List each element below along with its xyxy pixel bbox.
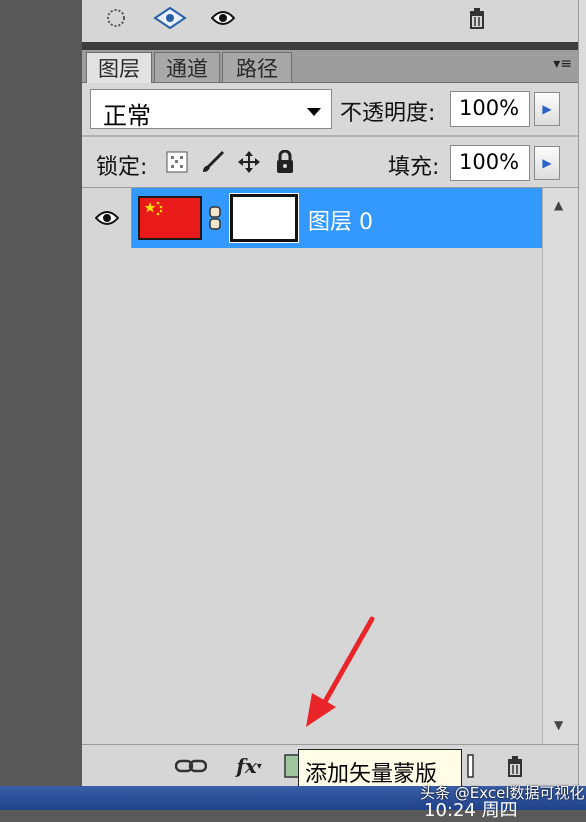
scroll-down-icon[interactable]: ▼ xyxy=(554,718,563,732)
fx-icon[interactable]: fx ▾ xyxy=(232,753,266,779)
mask-icon[interactable] xyxy=(152,6,188,30)
lock-label: 锁定: xyxy=(96,155,148,180)
layer-name[interactable]: 图层 0 xyxy=(308,204,373,236)
blend-mode-value: 正常 xyxy=(103,102,151,130)
chain-link-icon[interactable] xyxy=(208,206,222,230)
tab-paths[interactable]: 路径 xyxy=(222,52,292,82)
lock-position-move-icon[interactable] xyxy=(236,149,262,175)
left-canvas-strip xyxy=(0,0,82,810)
panel-divider xyxy=(82,42,578,50)
trash-icon[interactable] xyxy=(504,753,526,779)
annotation-arrow-icon xyxy=(306,616,375,727)
panel-menu-icon[interactable]: ▾≡ xyxy=(553,56,572,72)
blend-mode-select[interactable]: 正常 xyxy=(90,89,332,130)
lock-pixels-brush-icon[interactable] xyxy=(200,149,226,175)
opacity-input[interactable]: 100% xyxy=(450,91,530,127)
fill-input[interactable]: 100% xyxy=(450,145,530,181)
link-layers-icon[interactable] xyxy=(174,753,208,779)
panel-tabs: 图层 通道 路径 ▾≡ xyxy=(82,50,578,83)
opacity-label: 不透明度: xyxy=(340,101,436,126)
eye-icon xyxy=(94,211,119,225)
tab-layers[interactable]: 图层 xyxy=(86,52,152,83)
new-layer-icon[interactable] xyxy=(466,753,476,779)
layer-row[interactable]: 图层 0 xyxy=(82,188,542,248)
chevron-down-icon xyxy=(307,108,321,116)
watermark: 头条 @Excel数据可视化 xyxy=(420,784,585,802)
selection-circle-icon[interactable] xyxy=(104,6,128,30)
layer-visibility-toggle[interactable] xyxy=(82,188,132,248)
blend-row: 正常 不透明度: 100% ▶ xyxy=(82,83,578,135)
eye-icon[interactable] xyxy=(210,6,236,30)
top-toolbar xyxy=(82,0,578,43)
opacity-slider-button[interactable]: ▶ xyxy=(534,92,560,126)
layers-scrollbar[interactable]: ▲ ▼ xyxy=(542,188,578,744)
layer-thumbnail-flag[interactable] xyxy=(138,196,202,240)
chevron-right-icon: ▶ xyxy=(542,156,552,170)
scroll-up-icon[interactable]: ▲ xyxy=(554,198,563,212)
fill-label: 填充: xyxy=(388,155,440,180)
trash-icon[interactable] xyxy=(466,6,488,30)
chevron-right-icon: ▶ xyxy=(542,102,552,116)
right-edge xyxy=(578,0,586,810)
lock-transparent-icon[interactable] xyxy=(164,149,190,175)
tab-channels[interactable]: 通道 xyxy=(154,52,220,82)
fill-slider-button[interactable]: ▶ xyxy=(534,146,560,180)
lock-all-padlock-icon[interactable] xyxy=(272,149,298,175)
lock-row: 锁定: 填充: 100% ▶ xyxy=(82,137,578,188)
layer-mask-thumbnail[interactable] xyxy=(229,193,299,243)
